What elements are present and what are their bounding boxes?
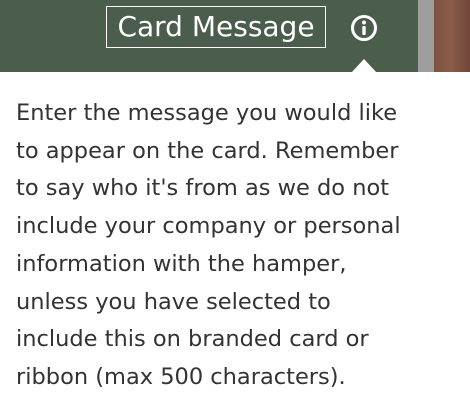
tooltip-text: Enter the message you would like to appe… — [16, 100, 401, 390]
card-message-page: Card Message Enter the message you would… — [0, 0, 470, 416]
info-button[interactable] — [348, 12, 380, 44]
card-message-title: Card Message — [106, 6, 326, 48]
info-circle-icon — [351, 15, 377, 41]
product-image-edge — [434, 0, 470, 72]
scrollbar-strip — [418, 0, 434, 72]
tooltip-arrow — [351, 59, 377, 73]
info-tooltip: Enter the message you would like to appe… — [0, 72, 470, 416]
